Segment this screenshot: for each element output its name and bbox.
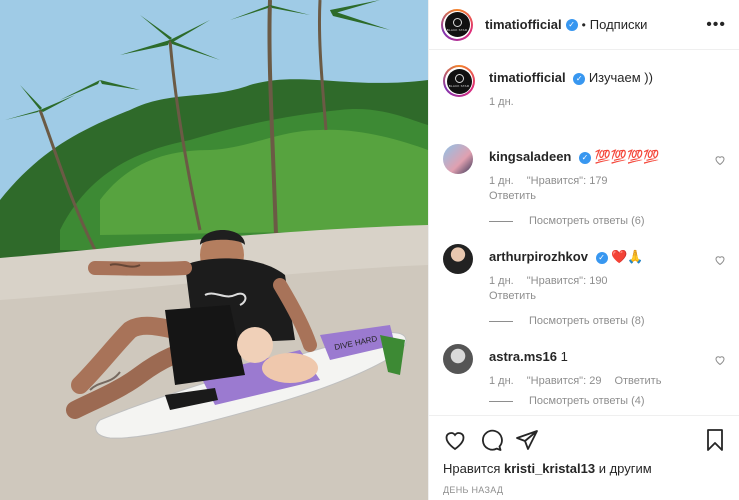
comment-time[interactable]: 1 дн. [489,275,514,287]
comment-text: 1 [560,349,568,364]
likes-prefix: Нравится [443,461,501,476]
comment-like-heart-icon[interactable] [714,354,726,366]
reply-button[interactable]: Ответить [489,190,709,202]
post-panel: BLACK STAR timatiofficial ✓ • Подписки •… [428,0,739,500]
caption-avatar[interactable]: BLACK STAR [443,65,475,97]
view-replies-button[interactable]: Посмотреть ответы (4) [489,395,709,407]
commenter-avatar[interactable] [443,144,473,174]
likes-suffix[interactable]: и другим [599,461,652,476]
comment-text: ❤️🙏 [611,249,644,264]
comment-time[interactable]: 1 дн. [489,175,514,187]
comment-username[interactable]: arthurpirozhkov [489,249,588,264]
reply-button[interactable]: Ответить [489,290,709,302]
commenter-avatar[interactable] [443,244,473,274]
more-options-icon[interactable]: ••• [706,16,726,34]
comment-likes[interactable]: "Нравится": 29 [527,375,602,387]
post-photo[interactable]: DIVE HARD [0,0,428,500]
comments-list[interactable]: BLACK STAR timatiofficial ✓ Изучаем )) 1… [429,51,739,415]
comment-text: 💯💯💯💯 [594,149,660,164]
commenter-avatar[interactable] [443,344,473,374]
comment-username[interactable]: astra.ms16 [489,349,557,364]
bookmark-icon[interactable] [703,428,727,452]
beach-photo: DIVE HARD [0,0,428,500]
verified-badge-icon: ✓ [595,251,608,264]
comment-username[interactable]: kingsaladeen [489,149,571,164]
caption-text: Изучаем )) [588,70,653,85]
caption-username[interactable]: timatiofficial [489,70,566,85]
comment-like-heart-icon[interactable] [714,254,726,266]
follow-state-button[interactable]: Подписки [590,17,648,32]
comment-likes[interactable]: "Нравится": 179 [527,175,608,187]
comment-time[interactable]: 1 дн. [489,375,514,387]
reply-button[interactable]: Ответить [614,375,661,387]
view-replies-button[interactable]: Посмотреть ответы (8) [489,315,709,327]
avatar-logo-text: BLACK STAR [446,27,468,32]
caption-time: 1 дн. [489,96,514,108]
verified-badge-icon: ✓ [565,18,578,31]
likes-username[interactable]: kristi_kristal13 [504,461,595,476]
verified-badge-icon: ✓ [579,151,591,164]
author-username[interactable]: timatiofficial [485,17,562,32]
verified-badge-icon: ✓ [573,72,586,85]
author-avatar[interactable]: BLACK STAR [441,8,473,41]
heart-icon[interactable] [443,428,467,452]
comment-like-heart-icon[interactable] [714,154,726,166]
comment-icon[interactable] [479,428,503,452]
view-replies-button[interactable]: Посмотреть ответы (6) [489,215,709,227]
share-icon[interactable] [515,428,539,452]
comment-likes[interactable]: "Нравится": 190 [527,275,608,287]
action-icons [441,428,731,454]
post-header: BLACK STAR timatiofficial ✓ • Подписки •… [429,0,739,50]
post-actions: Нравится kristi_kristal13 и другим ДЕНЬ … [429,415,739,500]
separator-dot: • [581,17,586,32]
post-timestamp[interactable]: ДЕНЬ НАЗАД [443,485,503,495]
caption-avatar-logo-text: BLACK STAR [448,84,470,88]
likes-summary: Нравится kristi_kristal13 и другим [443,461,652,476]
